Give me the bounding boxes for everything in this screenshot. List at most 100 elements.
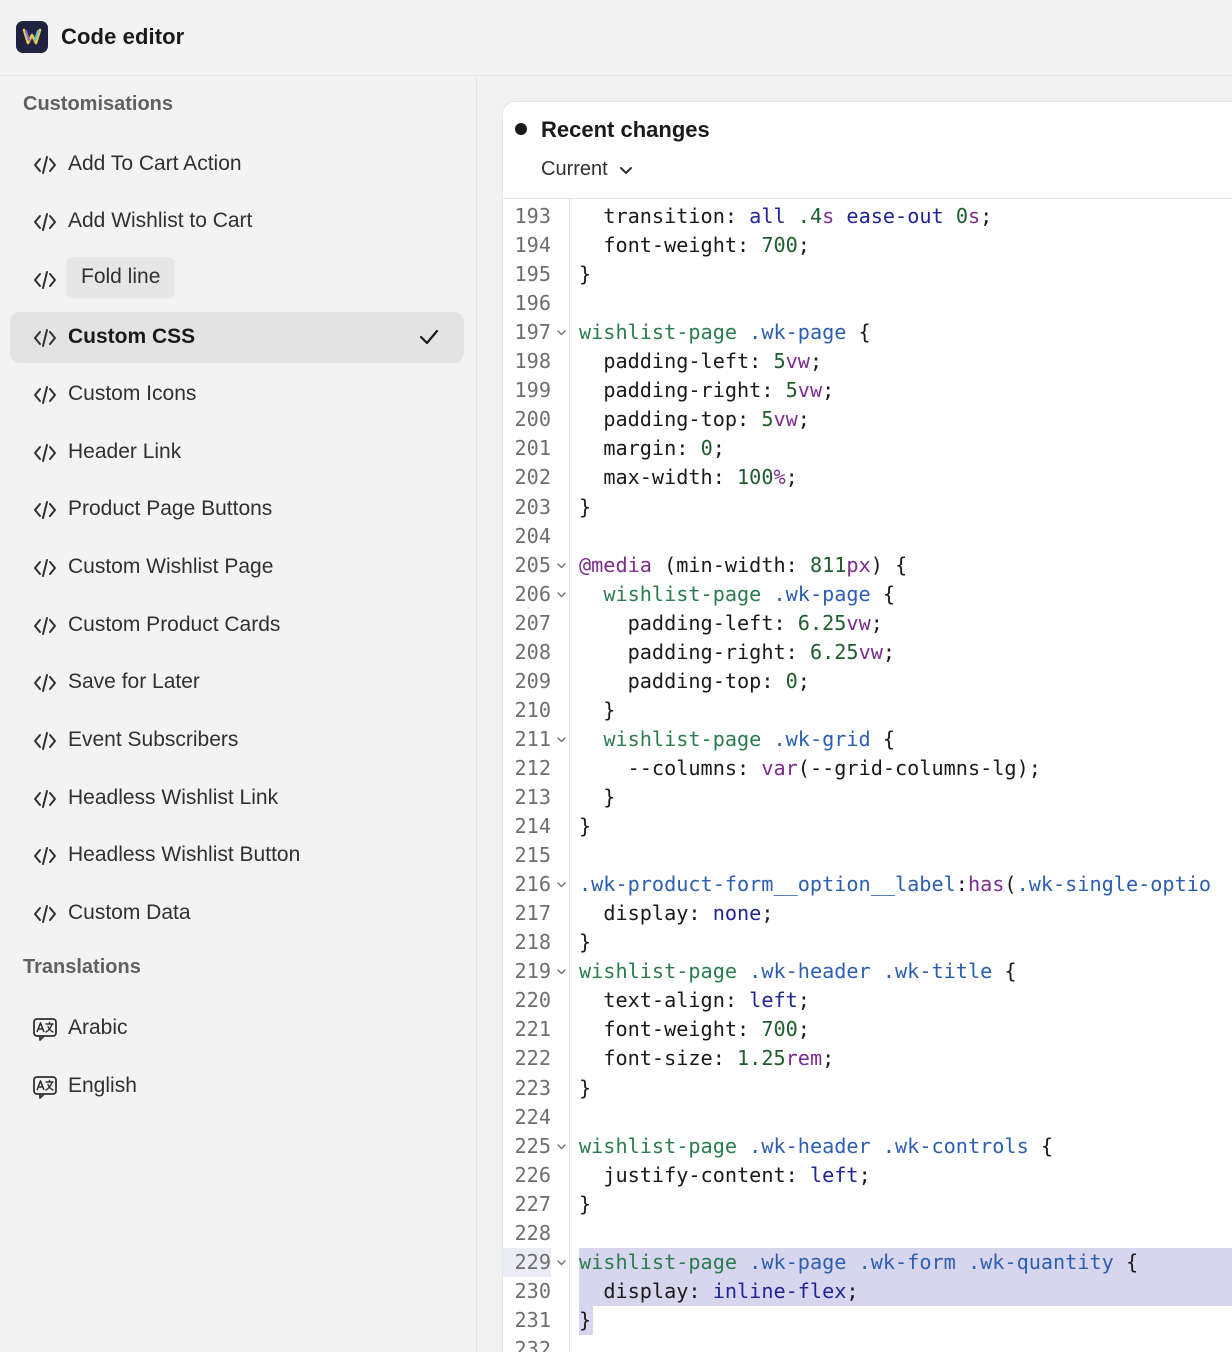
line-number: 212 xyxy=(514,755,551,780)
code-icon xyxy=(32,671,58,695)
code-line[interactable]: 194 font-weight: 700; xyxy=(503,231,1232,260)
code-text: wishlist-page .wk-header .wk-controls { xyxy=(579,1133,1054,1158)
code-line[interactable]: 196 xyxy=(503,289,1232,318)
code-line[interactable]: 212 --columns: var(--grid-columns-lg); xyxy=(503,754,1232,783)
code-text: } xyxy=(579,785,616,809)
code-line[interactable]: 211 wishlist-page .wk-grid { xyxy=(503,725,1232,754)
line-number: 209 xyxy=(514,668,551,693)
code-line[interactable]: 230 display: inline-flex; xyxy=(503,1276,1232,1306)
code-text: padding-right: 5vw; xyxy=(603,378,835,403)
code-line[interactable]: 205 @media (min-width: 811px) { xyxy=(503,551,1232,580)
code-icon xyxy=(32,268,58,292)
checkmark-icon xyxy=(418,326,440,348)
code-line[interactable]: 221 font-weight: 700; xyxy=(503,1015,1232,1044)
code-text: transition: all .4s ease-out 0s; xyxy=(603,204,993,228)
customisations-heading: Customisations xyxy=(23,93,174,115)
code-line[interactable]: 203} xyxy=(503,493,1232,522)
code-line[interactable]: 197 wishlist-page .wk-page { xyxy=(503,318,1232,347)
sidebar-item-label: Headless Wishlist Button xyxy=(68,843,301,866)
code-line[interactable]: 193 transition: all .4s ease-out 0s; xyxy=(503,202,1232,231)
code-line[interactable]: 209 padding-top: 0; xyxy=(503,667,1232,696)
code-line[interactable]: 220 text-align: left; xyxy=(503,986,1232,1015)
sidebar-item-headless-wishlist-button[interactable]: Headless Wishlist Button xyxy=(10,830,464,881)
line-number: 227 xyxy=(514,1191,551,1216)
line-number: 194 xyxy=(514,233,551,258)
fold-chevron-icon[interactable] xyxy=(555,580,567,609)
code-line[interactable]: 200 padding-top: 5vw; xyxy=(503,405,1232,434)
fold-chevron-icon[interactable] xyxy=(555,1132,567,1161)
code-editor[interactable]: 193 transition: all .4s ease-out 0s; 194 … xyxy=(503,199,1232,1352)
sidebar-item-custom-css[interactable]: Custom CSS xyxy=(10,312,464,363)
code-text: @media (min-width: 811px) { xyxy=(579,552,908,577)
fold-chevron-icon[interactable] xyxy=(555,1248,567,1277)
code-line[interactable]: 195} xyxy=(503,260,1232,289)
code-line[interactable]: 223} xyxy=(503,1074,1232,1103)
fold-chevron-icon[interactable] xyxy=(555,870,567,899)
code-line[interactable]: 204 xyxy=(503,522,1232,551)
code-text: } xyxy=(579,494,592,519)
line-number: 206 xyxy=(514,581,551,606)
code-line[interactable]: 216 .wk-product-form__option__label:has(.… xyxy=(503,870,1232,899)
code-line[interactable]: 224 xyxy=(503,1103,1232,1132)
code-line[interactable]: 208 padding-right: 6.25vw; xyxy=(503,638,1232,667)
line-number: 230 xyxy=(514,1278,551,1303)
sidebar-item-label: Custom Wishlist Page xyxy=(68,555,274,578)
sidebar-item-custom-icons[interactable]: Custom Icons xyxy=(10,369,464,420)
line-number: 200 xyxy=(514,407,551,432)
version-select[interactable]: Current xyxy=(541,158,634,181)
sidebar-item-headless-wishlist-link[interactable]: Headless Wishlist Link xyxy=(10,773,464,824)
sidebar-item-save-for-later[interactable]: Save for Later xyxy=(10,657,464,708)
sidebar-item-product-page-buttons[interactable]: Product Page Buttons xyxy=(10,484,464,535)
code-text: font-weight: 700; xyxy=(603,1017,810,1042)
code-line[interactable]: 228 xyxy=(503,1219,1232,1248)
code-line[interactable]: 210 } xyxy=(503,696,1232,725)
code-line[interactable]: 199 padding-right: 5vw; xyxy=(503,376,1232,405)
code-icon xyxy=(32,383,58,407)
code-line[interactable]: 219 wishlist-page .wk-header .wk-title { xyxy=(503,957,1232,986)
line-number: 196 xyxy=(514,291,551,316)
sidebar-item-header-link[interactable]: Header Link xyxy=(10,427,464,478)
sidebar-item-custom-product-cards[interactable]: Custom Product Cards xyxy=(10,600,464,651)
code-line[interactable]: 222 font-size: 1.25rem; xyxy=(503,1044,1232,1073)
code-line[interactable]: 215 xyxy=(503,841,1232,870)
sidebar-item-label: Custom Product Cards xyxy=(68,613,281,636)
code-icon xyxy=(32,556,58,580)
fold-chevron-icon[interactable] xyxy=(555,725,567,754)
sidebar-item-add-to-cart-action[interactable]: Add To Cart Action xyxy=(10,139,464,190)
line-number: 216 xyxy=(514,872,551,897)
sidebar-item-custom-data[interactable]: Custom Data xyxy=(10,888,464,939)
line-number: 223 xyxy=(514,1075,551,1100)
translations-heading: Translations xyxy=(23,956,141,978)
code-line[interactable]: 226 justify-content: left; xyxy=(503,1161,1232,1190)
code-line[interactable]: 225 wishlist-page .wk-header .wk-controls… xyxy=(503,1132,1232,1161)
code-line[interactable]: 206 wishlist-page .wk-page { xyxy=(503,580,1232,609)
line-number: 193 xyxy=(514,204,551,228)
code-line[interactable]: 232 xyxy=(503,1335,1232,1352)
fold-chevron-icon[interactable] xyxy=(555,957,567,986)
code-line[interactable]: 201 margin: 0; xyxy=(503,434,1232,463)
sidebar-item-custom-wishlist-page[interactable]: Custom Wishlist Page xyxy=(10,542,464,593)
sidebar-item-add-wishlist-to-cart[interactable]: Add Wishlist to Cart xyxy=(10,196,464,247)
sidebar-item-label: Add To Cart Action xyxy=(68,152,242,175)
sidebar-item-label: Add Wishlist to Cart xyxy=(68,209,253,232)
sidebar-item-event-subscribers[interactable]: Event Subscribers xyxy=(10,715,464,766)
fold-chevron-icon[interactable] xyxy=(555,551,567,580)
code-line[interactable]: 207 padding-left: 6.25vw; xyxy=(503,609,1232,638)
code-line[interactable]: 214} xyxy=(503,812,1232,841)
fold-chevron-icon[interactable] xyxy=(555,318,567,347)
code-text: .wk-product-form__option__label:has(.wk-… xyxy=(579,872,1212,897)
code-line[interactable]: 227} xyxy=(503,1190,1232,1219)
code-text: wishlist-page .wk-page { xyxy=(579,320,871,345)
code-line[interactable]: 231} xyxy=(503,1305,1232,1335)
code-line[interactable]: 202 max-width: 100%; xyxy=(503,463,1232,492)
code-line[interactable]: 229 wishlist-page .wk-page .wk-form .wk-q… xyxy=(503,1247,1232,1277)
code-line[interactable]: 217 display: none; xyxy=(503,899,1232,928)
translation-item-arabic[interactable]: Arabic xyxy=(10,1003,464,1054)
sidebar-item-label: Custom Data xyxy=(68,901,191,924)
code-line[interactable]: 213 } xyxy=(503,783,1232,812)
code-line[interactable]: 218} xyxy=(503,928,1232,957)
translation-item-english[interactable]: English xyxy=(10,1061,464,1112)
code-icon xyxy=(32,210,58,234)
code-line[interactable]: 198 padding-left: 5vw; xyxy=(503,347,1232,376)
